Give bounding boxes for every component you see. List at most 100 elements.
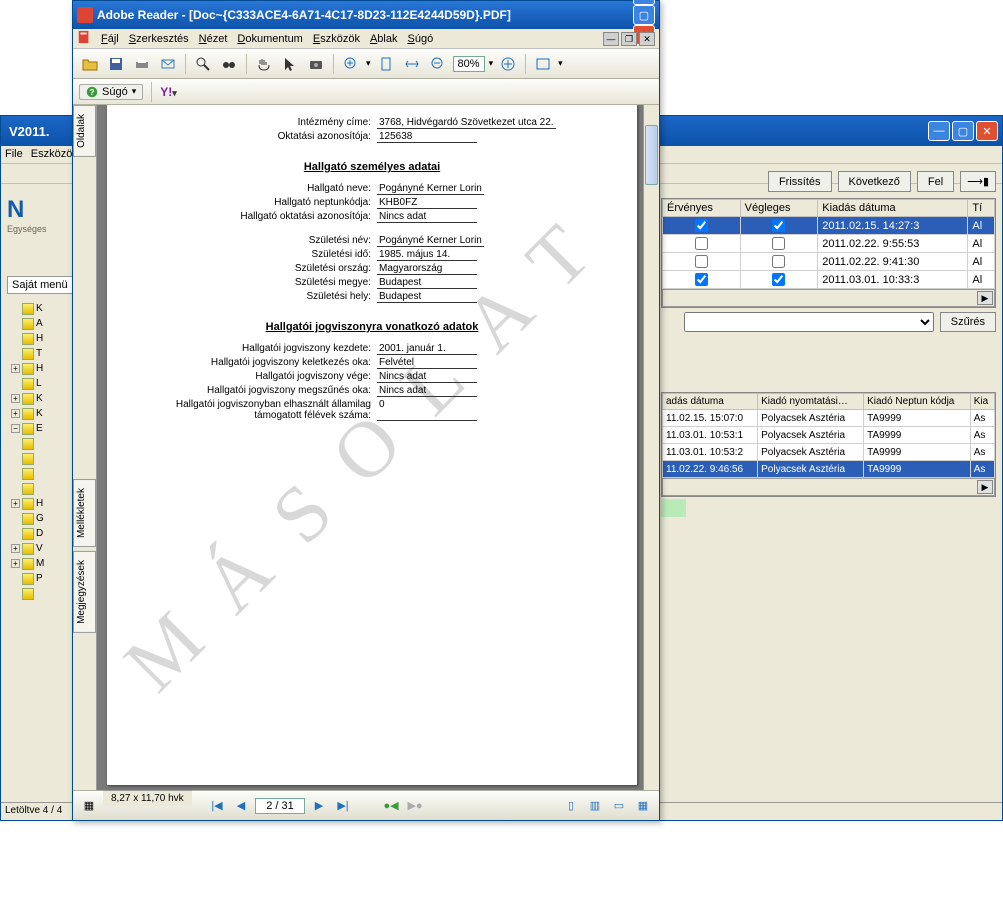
filter-select[interactable]	[684, 312, 934, 332]
grid2-row[interactable]: 11.02.15. 15:07:0Polyacsek AsztériaTA999…	[663, 410, 995, 427]
side-tab-0[interactable]: Oldalak	[73, 105, 96, 157]
doc-minimize-button[interactable]: —	[603, 32, 619, 46]
pdf-menu-dokumentum[interactable]: Dokumentum	[237, 33, 302, 45]
scroll-right-icon[interactable]: ▶	[977, 291, 993, 305]
grid1-header[interactable]: Tí	[968, 200, 995, 217]
yahoo-icon[interactable]: Y!▾	[160, 85, 177, 99]
validity-grid[interactable]: ÉrvényesVéglegesKiadás dátumaTí2011.02.1…	[661, 198, 996, 308]
last-page-icon[interactable]: ▶|	[333, 796, 353, 816]
grid2-row[interactable]: 11.03.01. 10:53:2Polyacsek AsztériaTA999…	[663, 444, 995, 461]
grid2-header[interactable]: Kia	[970, 394, 994, 410]
vertical-scrollbar[interactable]	[643, 105, 659, 790]
vegleges-checkbox[interactable]	[772, 219, 785, 232]
fit-page-icon[interactable]	[375, 53, 397, 75]
doc-restore-button[interactable]: ❐	[621, 32, 637, 46]
bg-maximize-button[interactable]: ▢	[952, 121, 974, 141]
filter-button[interactable]: Szűrés	[940, 312, 996, 332]
grid1-row[interactable]: 2011.03.01. 10:33:3Al	[663, 271, 995, 289]
grid1-row[interactable]: 2011.02.15. 14:27:3Al	[663, 217, 995, 235]
pin-button[interactable]: ⟶▮	[960, 171, 996, 192]
bg-minimize-button[interactable]: —	[928, 121, 950, 141]
bg-menu-file[interactable]: File	[5, 148, 23, 161]
save-icon[interactable]	[105, 53, 127, 75]
pdf-menu-nézet[interactable]: Nézet	[199, 33, 228, 45]
pdf-maximize-button[interactable]: ▢	[633, 5, 655, 25]
pdf-menu-ablak[interactable]: Ablak	[370, 33, 398, 45]
forward-view-icon[interactable]: ▶●	[405, 796, 425, 816]
ervenyes-checkbox[interactable]	[695, 237, 708, 250]
doc-label: Hallgatói jogviszony keletkezés oka:	[127, 357, 377, 369]
reading-mode-icon[interactable]	[532, 53, 554, 75]
prev-page-icon[interactable]: ◀	[231, 796, 251, 816]
open-file-icon[interactable]	[79, 53, 101, 75]
grid1-header[interactable]: Kiadás dátuma	[818, 200, 968, 217]
single-page-icon[interactable]: ▯	[561, 796, 581, 816]
help-button[interactable]: ? Súgó ▾	[79, 84, 143, 100]
snapshot-tool-icon[interactable]	[305, 53, 327, 75]
zoom-out-icon[interactable]	[427, 53, 449, 75]
issue-grid[interactable]: adás dátumaKiadó nyomtatási…Kiadó Neptun…	[661, 392, 996, 497]
refresh-button[interactable]: Frissítés	[768, 171, 832, 192]
facing-icon[interactable]: ▭	[609, 796, 629, 816]
grid2-header[interactable]: Kiadó nyomtatási…	[758, 394, 864, 410]
doc-close-button[interactable]: ✕	[639, 32, 655, 46]
back-view-icon[interactable]: ●◀	[381, 796, 401, 816]
grid1-row[interactable]: 2011.02.22. 9:41:30Al	[663, 253, 995, 271]
grid2-header[interactable]: adás dátuma	[663, 394, 758, 410]
pdf-menu-eszközök[interactable]: Eszközök	[313, 33, 360, 45]
doc-value: 3768, Hidvégardó Szövetkezet utca 22.	[377, 117, 556, 129]
page-layout-icon[interactable]: ▦	[79, 796, 99, 816]
print-icon[interactable]	[131, 53, 153, 75]
grid2-scrollbar[interactable]: ▶	[662, 478, 995, 496]
document-icon	[77, 30, 91, 47]
zoom-in-icon[interactable]	[340, 53, 362, 75]
next-page-icon[interactable]: ▶	[309, 796, 329, 816]
email-icon[interactable]	[157, 53, 179, 75]
vegleges-checkbox[interactable]	[772, 255, 785, 268]
grid2-header[interactable]: Kiadó Neptun kódja	[864, 394, 971, 410]
first-page-icon[interactable]: |◀	[207, 796, 227, 816]
continuous-facing-icon[interactable]: ▦	[633, 796, 653, 816]
doc-value: KHB0FZ	[377, 197, 477, 209]
pdf-menu-súgó[interactable]: Súgó	[407, 33, 433, 45]
grid1-header[interactable]: Érvényes	[663, 200, 741, 217]
vegleges-checkbox[interactable]	[772, 237, 785, 250]
grid1-row[interactable]: 2011.02.22. 9:55:53Al	[663, 235, 995, 253]
side-tab-2[interactable]: Megjegyzések	[73, 551, 96, 633]
doc-field-row: Oktatási azonosítója:125638	[127, 131, 617, 143]
ervenyes-checkbox[interactable]	[695, 255, 708, 268]
scroll-thumb[interactable]	[645, 125, 658, 185]
pdf-titlebar[interactable]: Adobe Reader - [Doc~{C333ACE4-6A71-4C17-…	[73, 1, 659, 29]
left-panel-tab[interactable]: Saját menü	[7, 276, 73, 294]
binoculars-icon[interactable]	[218, 53, 240, 75]
zoom-plus-icon[interactable]	[497, 53, 519, 75]
bg-close-button[interactable]: ✕	[976, 121, 998, 141]
fit-width-icon[interactable]	[401, 53, 423, 75]
up-button[interactable]: Fel	[917, 171, 954, 192]
grid1-scrollbar[interactable]: ▶	[662, 289, 995, 307]
datum-cell: 2011.02.22. 9:55:53	[818, 235, 968, 253]
pdf-viewport[interactable]: MÁSOLAT Intézmény címe:3768, Hidvégardó …	[97, 105, 659, 790]
hand-tool-icon[interactable]	[253, 53, 275, 75]
next-button[interactable]: Következő	[838, 171, 911, 192]
page-number-input[interactable]	[255, 798, 305, 814]
grid2-row[interactable]: 11.03.01. 10:53:1Polyacsek AsztériaTA999…	[663, 427, 995, 444]
doc-field-row: Hallgató neptunkódja:KHB0FZ	[127, 197, 617, 209]
scroll-right-icon[interactable]: ▶	[977, 480, 993, 494]
pdf-menu-szerkesztés[interactable]: Szerkesztés	[129, 33, 189, 45]
select-tool-icon[interactable]	[279, 53, 301, 75]
pdf-menu-fájl[interactable]: Fájl	[101, 33, 119, 45]
side-tab-1[interactable]: Mellékletek	[73, 479, 96, 547]
continuous-icon[interactable]: ▥	[585, 796, 605, 816]
zoom-level-input[interactable]: 80%	[453, 56, 485, 72]
grid1-header[interactable]: Végleges	[740, 200, 818, 217]
ervenyes-checkbox[interactable]	[695, 219, 708, 232]
search-icon[interactable]	[192, 53, 214, 75]
grid2-row[interactable]: 11.02.22. 9:46:56Polyacsek AsztériaTA999…	[663, 461, 995, 478]
bg-menu-tools[interactable]: Eszközö	[31, 148, 73, 161]
ervenyes-checkbox[interactable]	[695, 273, 708, 286]
datum-cell: 2011.02.22. 9:41:30	[818, 253, 968, 271]
doc-value: Budapest	[377, 277, 477, 289]
doc-label: Hallgatói jogviszony kezdete:	[127, 343, 377, 355]
vegleges-checkbox[interactable]	[772, 273, 785, 286]
